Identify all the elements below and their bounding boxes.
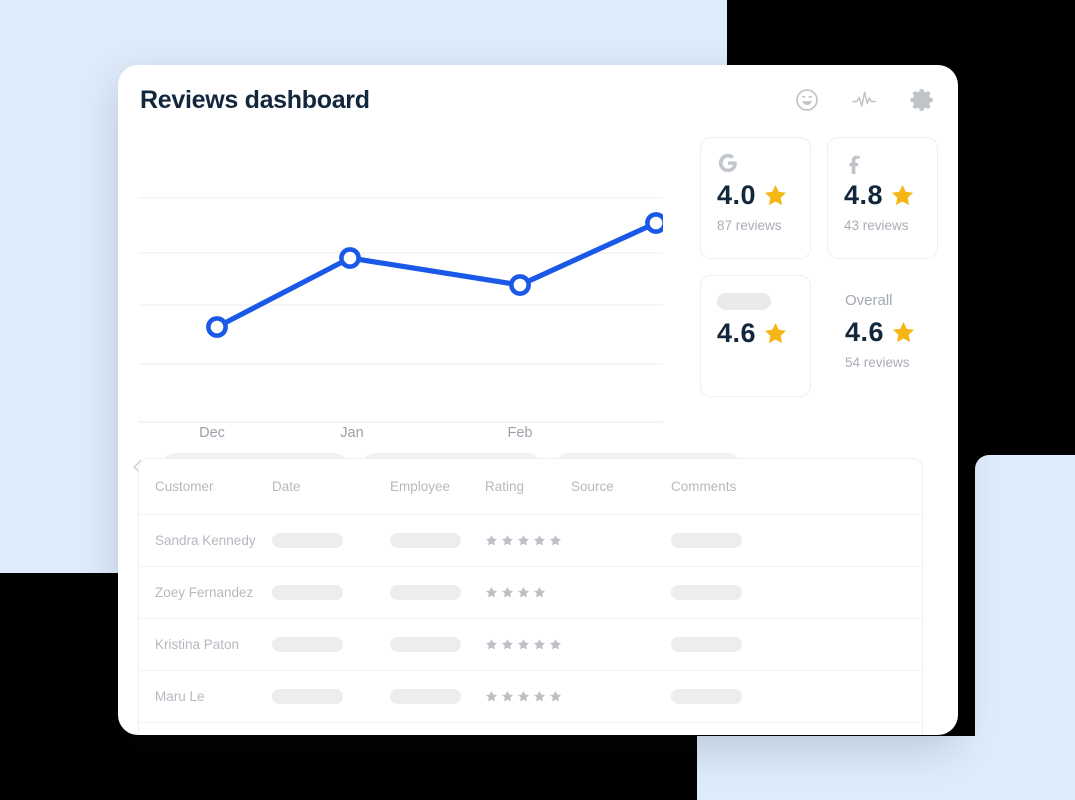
stat-card-overall: Overall 4.6 54 reviews <box>827 275 938 397</box>
cell-comments-placeholder <box>671 689 742 704</box>
column-header-employee[interactable]: Employee <box>390 479 485 494</box>
star-icon <box>518 587 529 598</box>
stat-card-facebook[interactable]: 4.8 43 reviews <box>827 137 938 259</box>
cell-date-placeholder <box>272 533 343 548</box>
rating-stat-row-bottom: 4.6 Overall 4.6 54 reviews <box>700 275 938 397</box>
star-icon <box>518 691 529 702</box>
placeholder-logo-icon <box>717 288 810 314</box>
star-icon <box>486 587 497 598</box>
x-tick-label: Dec <box>199 425 225 441</box>
column-header-date[interactable]: Date <box>272 479 390 494</box>
chart-line <box>214 220 659 330</box>
cell-rating-stars <box>485 534 562 547</box>
facebook-logo-icon <box>844 150 937 176</box>
rating-score: 4.8 <box>844 180 884 210</box>
star-icon <box>550 639 561 650</box>
x-tick-label: Feb <box>507 425 533 441</box>
star-icon <box>502 587 513 598</box>
cell-date-placeholder <box>272 637 343 652</box>
google-logo-icon <box>717 150 810 176</box>
table-row[interactable]: Maru Le <box>139 671 922 723</box>
smiley-icon[interactable] <box>794 87 820 113</box>
table-row[interactable]: Zoey Fernandez <box>139 567 922 619</box>
rating-score: 4.0 <box>717 180 757 210</box>
column-header-source[interactable]: Source <box>571 479 671 494</box>
cell-comments-placeholder <box>671 533 742 548</box>
dashboard-header: Reviews dashboard <box>118 65 958 135</box>
page-background: Reviews dashboard Dec Jan Feb 4.0 87 rev… <box>0 0 1075 800</box>
reviews-dashboard-card: Reviews dashboard Dec Jan Feb 4.0 87 rev… <box>118 65 958 735</box>
cell-comments-placeholder <box>671 637 742 652</box>
star-icon <box>550 535 561 546</box>
stat-card-placeholder[interactable]: 4.6 <box>700 275 811 397</box>
star-icon <box>765 322 787 344</box>
review-count: 54 reviews <box>845 355 910 370</box>
decorative-block-bottom <box>697 736 1075 800</box>
cell-customer: Maru Le <box>155 689 205 704</box>
rating-score: 4.6 <box>845 317 885 347</box>
cell-customer: Sandra Kennedy <box>155 533 256 548</box>
star-icon <box>518 535 529 546</box>
star-icon <box>893 321 915 343</box>
rating-stat-row-top: 4.0 87 reviews 4.8 43 reviews <box>700 137 938 259</box>
star-icon <box>486 639 497 650</box>
score-row: 4.8 <box>844 180 937 211</box>
table-row[interactable]: Sandra Kennedy <box>139 515 922 567</box>
table-row[interactable]: Kristina Paton <box>139 619 922 671</box>
rating-score: 4.6 <box>717 318 757 348</box>
cell-date-placeholder <box>272 689 343 704</box>
page-title: Reviews dashboard <box>140 85 370 114</box>
gear-icon[interactable] <box>910 87 936 113</box>
star-icon <box>502 535 513 546</box>
table-header-row: Customer Date Employee Rating Source Com… <box>139 459 922 515</box>
score-row: 4.6 <box>717 318 810 349</box>
star-icon <box>486 535 497 546</box>
header-actions <box>794 87 936 113</box>
chart-markers <box>206 212 663 338</box>
star-icon <box>550 691 561 702</box>
chart-x-axis-labels: Dec Jan Feb <box>138 425 663 449</box>
cell-customer: Zoey Fernandez <box>155 585 254 600</box>
ratings-line-chart <box>138 133 663 433</box>
chart-gridlines <box>138 197 663 423</box>
star-icon <box>486 691 497 702</box>
reviews-table: Customer Date Employee Rating Source Com… <box>138 458 923 735</box>
x-tick-label: Jan <box>340 425 364 441</box>
cell-date-placeholder <box>272 585 343 600</box>
cell-rating-stars <box>485 690 562 703</box>
cell-rating-stars <box>485 638 562 651</box>
review-count: 43 reviews <box>844 218 909 233</box>
star-icon <box>502 691 513 702</box>
star-icon <box>534 639 545 650</box>
cell-comments-placeholder <box>671 585 742 600</box>
column-header-rating[interactable]: Rating <box>485 479 571 494</box>
star-icon <box>534 691 545 702</box>
stat-card-google[interactable]: 4.0 87 reviews <box>700 137 811 259</box>
overall-label: Overall <box>845 287 938 313</box>
score-row: 4.0 <box>717 180 810 211</box>
overall-label-text: Overall <box>845 291 893 309</box>
cell-employee-placeholder <box>390 689 461 704</box>
column-header-comments[interactable]: Comments <box>671 479 831 494</box>
cell-employee-placeholder <box>390 637 461 652</box>
cell-employee-placeholder <box>390 533 461 548</box>
cell-rating-stars <box>485 586 546 599</box>
star-icon <box>892 184 914 206</box>
star-icon <box>534 535 545 546</box>
rating-stat-cards: 4.0 87 reviews 4.8 43 reviews 4.6 Overal… <box>700 137 938 397</box>
cell-customer: Kristina Paton <box>155 637 240 652</box>
review-count: 87 reviews <box>717 218 782 233</box>
star-icon <box>518 639 529 650</box>
star-icon <box>502 639 513 650</box>
star-icon <box>765 184 787 206</box>
cell-employee-placeholder <box>390 585 461 600</box>
activity-pulse-icon[interactable] <box>852 87 878 113</box>
column-header-customer[interactable]: Customer <box>139 479 272 494</box>
star-icon <box>534 587 545 598</box>
score-row: 4.6 <box>845 317 938 348</box>
chart-svg <box>138 197 663 423</box>
